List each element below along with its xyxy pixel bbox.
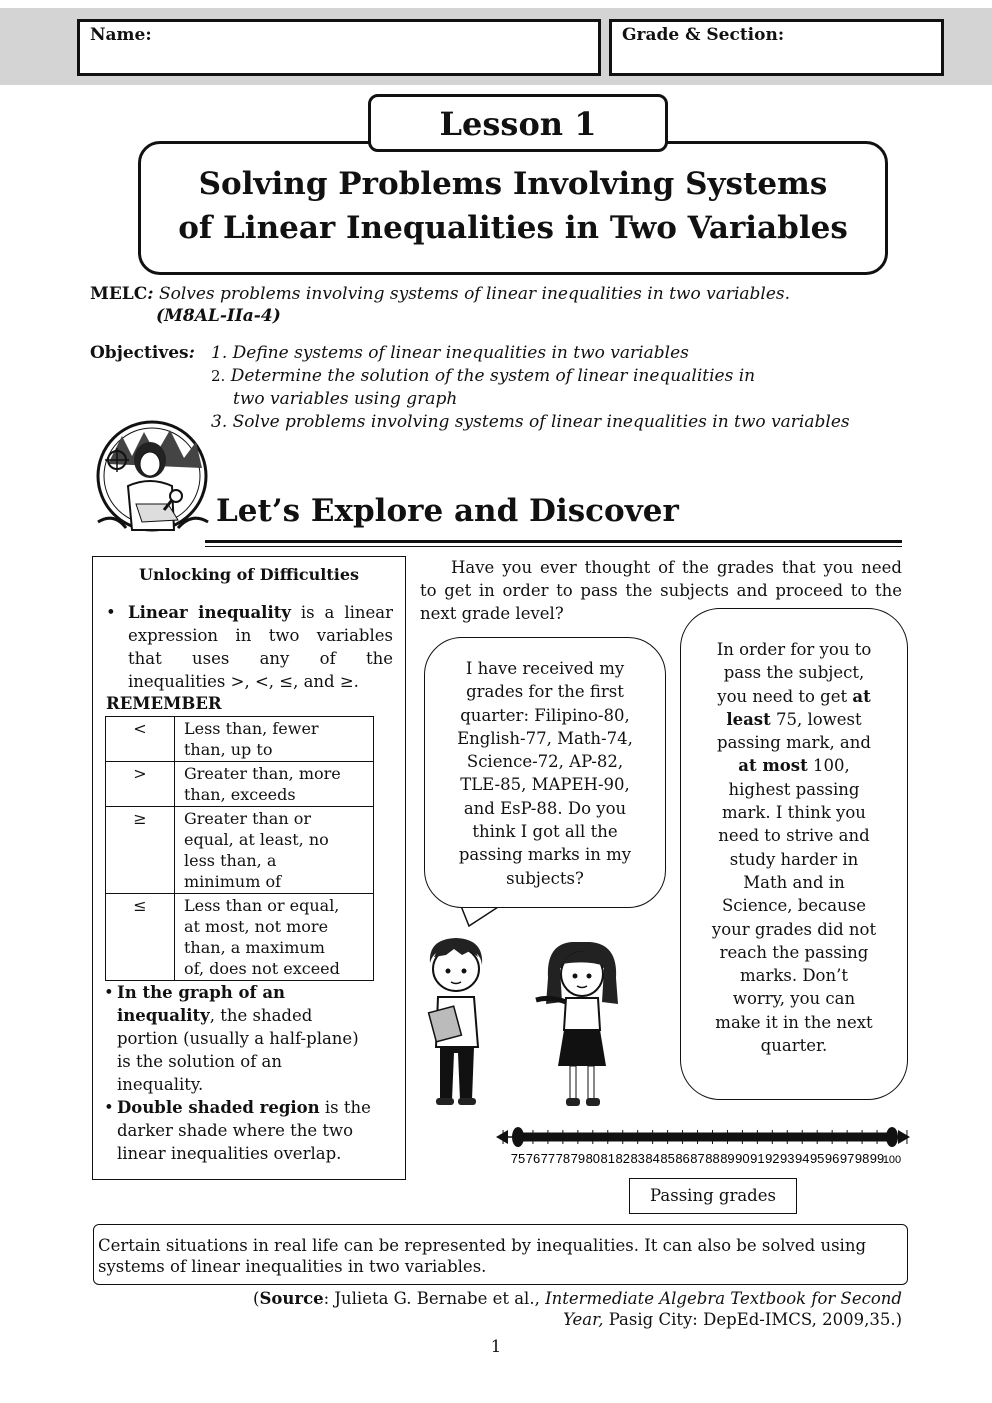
tick-label: 81 [601,1151,615,1166]
inequality-symbols-table: < Less than, fewer than, up to > Greater th… [105,716,374,981]
lesson-title-box: Solving Problems Involving Systems of Li… [138,141,888,275]
tick-label: 97 [840,1151,854,1166]
table-row: ≤ Less than or equal, at most, not more tha… [105,893,374,981]
tick-label: 77 [541,1151,555,1166]
tick-label: 92 [765,1151,779,1166]
girl-illustration [535,942,618,1106]
bullet-dot: • [104,983,114,1002]
tick-label: 75 [511,1151,525,1166]
name-label: Name: [90,25,152,45]
right-arrow-icon [898,1130,910,1144]
tick-label: 90 [735,1151,749,1166]
melc-label: MELC [90,284,148,304]
lesson-title-line-1: Solving Problems Involving Systems [198,166,828,202]
table-row: > Greater than, more than, exceeds [105,761,374,807]
grade-section-field[interactable]: Grade & Section: [609,19,944,76]
tick-label: 95 [810,1151,824,1166]
tick-label: 78 [556,1151,570,1166]
bullet-dot: • [104,1098,114,1117]
tick-label: 80 [586,1151,600,1166]
tick-label: 76 [526,1151,540,1166]
remember-label: REMEMBER [106,694,222,713]
tick-label: 84 [645,1151,659,1166]
melc-code: (M8AL-IIa-4) [156,306,281,326]
bullet-dot: • [106,603,116,622]
objective-item: 2. Determine the solution of the system … [211,366,756,386]
section-title: Let’s Explore and Discover [216,493,679,529]
tick-label: 85 [660,1151,674,1166]
tick-label: 83 [630,1151,644,1166]
end-point [886,1127,898,1147]
table-row: < Less than, fewer than, up to [105,716,374,762]
section-divider-thin [205,546,902,547]
name-field[interactable]: Name: [77,19,601,76]
left-arrow-icon [496,1130,508,1144]
passing-grades-number-line: 75 76 77 78 79 80 81 82 83 84 85 86 87 88 89 90 91 92 93 94… [496,1127,910,1166]
explorer-girl-icon [96,420,209,532]
start-point [512,1127,524,1147]
tick-label: 91 [750,1151,764,1166]
tick-label: 98 [855,1151,869,1166]
tick-label: 86 [675,1151,689,1166]
unlocking-title: Unlocking of Difficulties [138,565,360,584]
tick-label: 88 [705,1151,719,1166]
footer-note: Certain situations in real life can be r… [93,1224,908,1285]
objective-item: 3. Solve problems involving systems of l… [211,412,850,432]
objectives-label: Objectives: [90,343,195,363]
grade-section-label: Grade & Section: [622,25,785,45]
tick-label: 96 [825,1151,839,1166]
tick-label: 94 [795,1151,809,1166]
tick-label: 87 [690,1151,704,1166]
boy-illustration [427,938,483,1105]
girl-speech-bubble: In order for you to pass the subject, yo… [680,608,908,1100]
section-divider [205,540,902,543]
page-number: 1 [490,1337,502,1356]
source-citation: (Source: Julieta G. Bernabe et al., Inte… [253,1289,902,1329]
definition-graph-inequality: In the graph of an inequality, the shade… [117,983,359,1094]
melc-text: Solves problems involving systems of lin… [153,284,791,304]
lesson-number-tab: Lesson 1 [368,94,668,152]
objective-item: 1. Define systems of linear inequalities… [211,343,689,363]
definition-double-shaded: Double shaded region is the darker shade… [117,1098,371,1163]
tick-label: 82 [615,1151,629,1166]
tick-label: 93 [780,1151,794,1166]
tick-label: 79 [571,1151,585,1166]
objectives-list: 1. Define systems of linear inequalities… [211,342,850,434]
tick-label: 100 [883,1154,901,1166]
boy-speech-bubble: I have received my grades for the first qu… [424,637,666,908]
melc: MELC: Solves problems involving systems … [90,283,790,327]
passing-grades-label: Passing grades [629,1178,797,1214]
objective-item-cont: two variables using graph [233,389,458,409]
lesson-title-line-2: of Linear Inequalities in Two Variables [178,210,848,246]
table-row: ≥ Greater than or equal, at least, no less … [105,806,374,894]
definition-linear-inequality: Linear inequality is a linear expression… [128,603,393,691]
tick-label: 89 [720,1151,734,1166]
